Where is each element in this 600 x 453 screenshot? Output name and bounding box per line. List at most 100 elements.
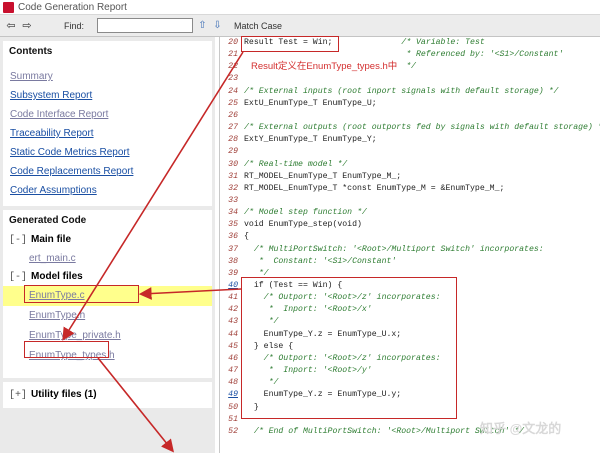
code-comment: /* External outputs (root outports fed b… (244, 123, 600, 133)
link-static-code-metrics-report[interactable]: Static Code Metrics Report (3, 143, 212, 162)
link-subsystem-report[interactable]: Subsystem Report (3, 86, 212, 105)
file-link-ert-main-c[interactable]: ert_main.c (3, 249, 212, 269)
down-arrow-icon[interactable]: ⇩ (211, 18, 224, 33)
code-view: 20 Result Test = Win; /* Variable: Test 21… (219, 37, 600, 453)
line-number: 25 (228, 98, 238, 108)
file-link-enumtype-h[interactable]: EnumType.h (3, 306, 212, 326)
contents-title: Contents (9, 46, 53, 57)
code-text: { (244, 232, 249, 242)
forward-arrow-icon[interactable]: ⇨ (20, 19, 34, 33)
code-comment: /* Variable: Test (401, 38, 485, 47)
code-comment: /* MultiPortSwitch: '<Root>/Multiport Sw… (253, 244, 544, 254)
line-number[interactable]: 49 (220, 389, 238, 401)
link-coder-assumptions[interactable]: Coder Assumptions (3, 181, 212, 200)
line-number: 28 (228, 135, 238, 145)
code-line: 36 { (220, 231, 249, 243)
code-line: 45 } else { (220, 341, 293, 353)
contents-section: Contents Summary Subsystem Report Code I… (3, 41, 212, 206)
code-line: 28 ExtY_EnumType_T EnumType_Y; (220, 134, 377, 146)
code-line: 31 RT_MODEL_EnumType_T EnumType_M_; (220, 171, 401, 183)
code-comment: * Inport: '<Root>/y' (263, 366, 372, 376)
utility-files-group[interactable]: [+] Utility files (1) (3, 387, 212, 404)
back-arrow-icon[interactable]: ⇦ (4, 19, 18, 33)
code-line: 40 if (Test == Win) { (220, 280, 342, 292)
line-number: 39 (228, 268, 238, 278)
code-comment: */ (253, 268, 269, 278)
code-line: 44 EnumType_Y.z = EnumType_U.x; (220, 329, 401, 341)
code-text: EnumType_Y.z = EnumType_U.y; (244, 390, 402, 400)
line-number: 44 (228, 329, 238, 339)
code-line: 33 (220, 195, 244, 207)
line-number: 45 (228, 341, 238, 351)
line-number: 47 (228, 366, 238, 376)
code-line: 26 (220, 110, 244, 122)
code-line: 46 /* Outport: '<Root>/z' incorporates: (220, 353, 441, 365)
code-line: 39 */ (220, 268, 269, 280)
code-line: 23 (220, 73, 244, 85)
file-link-enumtype-c[interactable]: EnumType.c (3, 286, 212, 306)
code-line: 29 (220, 146, 244, 158)
code-text: ExtU_EnumType_T EnumType_U; (244, 98, 377, 108)
code-line: 43 */ (220, 316, 278, 328)
line-number: 24 (228, 86, 238, 96)
line-number: 30 (228, 159, 238, 169)
link-summary[interactable]: Summary (3, 67, 212, 86)
code-line: 38 * Constant: '<S1>/Constant' (220, 256, 396, 268)
code-comment: /* External inputs (root inport signals … (244, 86, 559, 96)
line-number[interactable]: 40 (220, 280, 238, 292)
link-traceability-report[interactable]: Traceability Report (3, 124, 212, 143)
code-line: 49 EnumType_Y.z = EnumType_U.y; (220, 389, 401, 401)
file-link-enumtype-private-h[interactable]: EnumType_private.h (3, 326, 212, 346)
code-line: 27 /* External outputs (root outports fed… (220, 122, 600, 134)
expand-toggle[interactable]: [+] (9, 390, 27, 401)
code-comment: */ (263, 378, 279, 388)
line-number: 43 (228, 317, 238, 327)
code-line: 32 RT_MODEL_EnumType_T *const EnumType_M … (220, 183, 504, 195)
up-arrow-icon[interactable]: ⇧ (196, 18, 209, 33)
code-line: 25 ExtU_EnumType_T EnumType_U; (220, 98, 377, 110)
line-number: 21 (228, 50, 238, 60)
line-number: 46 (228, 353, 238, 363)
code-comment: /* Outport: '<Root>/z' incorporates: (263, 353, 441, 363)
watermark: 知乎 @文龙的 (480, 421, 562, 436)
code-text: Result Test = Win; (244, 38, 333, 47)
utility-files-section: [+] Utility files (1) (3, 382, 212, 408)
code-text: RT_MODEL_EnumType_T *const EnumType_M = … (244, 183, 505, 193)
code-comment: * Constant: '<S1>/Constant' (253, 256, 397, 266)
line-number: 41 (228, 293, 238, 303)
line-number: 23 (228, 74, 238, 84)
code-comment: */ (263, 317, 279, 327)
code-comment: /* Outport: '<Root>/z' incorporates: (263, 293, 441, 303)
code-text: if (Test == Win) { (244, 281, 343, 290)
code-line: 41 /* Outport: '<Root>/z' incorporates: (220, 292, 441, 304)
file-link-enumtype-types-h[interactable]: EnumType_types.h (3, 346, 212, 366)
collapse-toggle[interactable]: [-] (9, 235, 27, 246)
line-number: 26 (228, 110, 238, 120)
code-line: 50 } (220, 402, 259, 414)
model-files-group[interactable]: [-] Model files (3, 269, 212, 286)
code-line: 47 * Inport: '<Root>/y' (220, 365, 372, 377)
code-text: EnumType_Y.z = EnumType_U.x; (244, 329, 402, 339)
generated-code-section: Generated Code [-] Main file ert_main.c [… (3, 210, 212, 378)
code-comment: /* Real-time model */ (244, 159, 348, 169)
code-line: 24 /* External inputs (root inport signal… (220, 86, 558, 98)
code-line: 51 (220, 414, 244, 426)
code-text: } else { (244, 341, 294, 351)
link-code-replacements-report[interactable]: Code Replacements Report (3, 162, 212, 181)
line-number: 20 (228, 38, 238, 47)
code-text: ExtY_EnumType_T EnumType_Y; (244, 135, 377, 145)
code-comment: * Inport: '<Root>/x' (263, 305, 372, 315)
line-number: 37 (228, 244, 238, 254)
find-input[interactable] (97, 18, 193, 33)
collapse-toggle[interactable]: [-] (9, 272, 27, 283)
match-case-toggle[interactable]: Match Case (234, 19, 282, 33)
main-file-group[interactable]: [-] Main file (3, 232, 212, 249)
link-code-interface-report[interactable]: Code Interface Report (3, 105, 212, 124)
code-comment: */ (401, 62, 416, 72)
toolbar: ⇦ ⇨ Find: ⇧ ⇩ Match Case (0, 15, 600, 37)
